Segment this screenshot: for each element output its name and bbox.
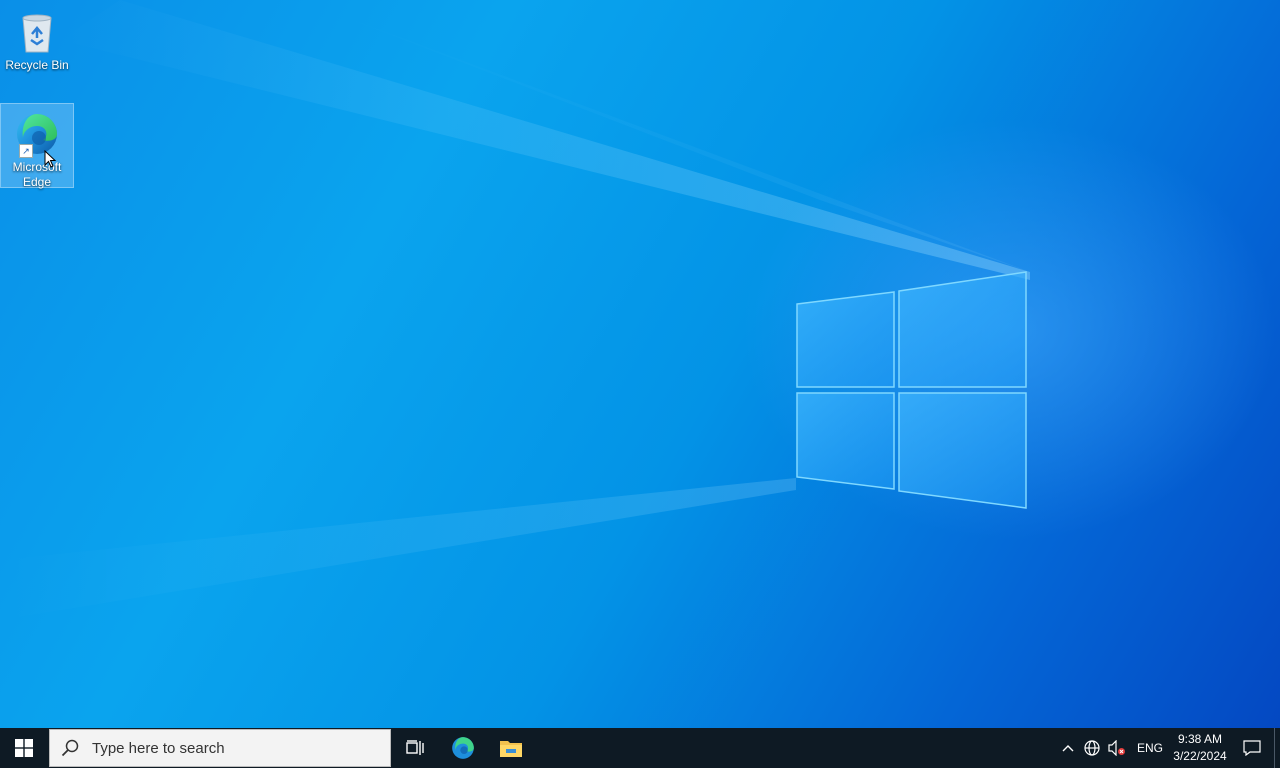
file-explorer-icon [500, 741, 522, 757]
taskbar: ENG 9:38 AM 3/22/2024 [0, 728, 1280, 768]
clock-time: 9:38 AM [1177, 732, 1223, 746]
edge-label-line2: Edge [22, 175, 52, 189]
search-input[interactable] [90, 738, 374, 758]
mouse-pointer-icon [44, 149, 57, 173]
chevron-up-icon [1062, 745, 1074, 752]
edge-label-line1: Microsoft [12, 160, 62, 174]
show-desktop-button[interactable] [1274, 728, 1280, 768]
volume-button[interactable] [1104, 728, 1130, 768]
clock[interactable]: 9:38 AM 3/22/2024 [1170, 728, 1230, 768]
recycle-bin-icon [13, 8, 61, 56]
desktop-wallpaper[interactable]: Recycle Bin ↗ Microsoft Edge [0, 0, 1280, 728]
task-view-button[interactable] [391, 728, 439, 768]
windows-logo-icon [15, 739, 33, 757]
system-tray: ENG 9:38 AM 3/22/2024 [1056, 728, 1280, 768]
start-button[interactable] [0, 728, 48, 768]
edge-icon [452, 737, 474, 759]
microsoft-edge-desktop-icon[interactable]: ↗ Microsoft Edge [0, 103, 74, 189]
clock-date: 3/22/2024 [1173, 749, 1227, 763]
taskbar-edge-button[interactable] [439, 728, 487, 768]
windows-logo-wallpaper [0, 0, 1280, 728]
shortcut-arrow-icon: ↗ [19, 144, 33, 158]
search-box[interactable] [49, 729, 391, 767]
taskbar-file-explorer-button[interactable] [487, 728, 535, 768]
search-icon [50, 739, 90, 757]
recycle-bin-desktop-icon[interactable]: Recycle Bin [1, 2, 73, 73]
input-language-indicator[interactable]: ENG [1130, 728, 1170, 768]
task-view-icon [406, 740, 424, 755]
recycle-bin-label: Recycle Bin [5, 58, 69, 72]
globe-icon [1084, 740, 1100, 756]
notification-icon [1243, 740, 1261, 756]
show-hidden-icons-button[interactable] [1056, 728, 1080, 768]
network-button[interactable] [1080, 728, 1104, 768]
speaker-muted-icon [1108, 740, 1125, 756]
action-center-button[interactable] [1230, 728, 1274, 768]
